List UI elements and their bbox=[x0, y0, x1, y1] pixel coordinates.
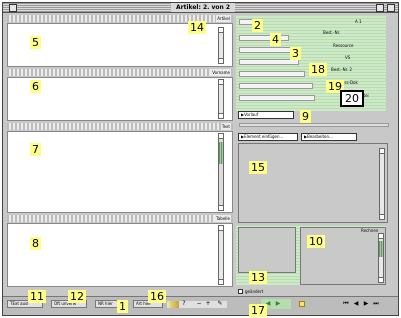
marker-3: 3 bbox=[290, 47, 301, 60]
marker-7: 7 bbox=[30, 143, 41, 156]
scroll-up-arrow-icon[interactable] bbox=[379, 234, 383, 239]
label-ressource: Ressource bbox=[333, 43, 354, 48]
text-scrollbar[interactable] bbox=[218, 133, 224, 211]
scroll-down-arrow-icon[interactable] bbox=[219, 113, 223, 118]
scroll-up-arrow-icon[interactable] bbox=[219, 134, 223, 139]
section-header-vorname: Vorname bbox=[7, 69, 233, 76]
label-best-nr-2: Best.-Nr. 2 bbox=[331, 67, 352, 72]
marker-4: 4 bbox=[270, 33, 281, 46]
scroll-up-arrow-icon[interactable] bbox=[219, 28, 223, 33]
close-box-icon[interactable] bbox=[9, 4, 17, 12]
scroll-down-arrow-icon[interactable] bbox=[379, 277, 383, 282]
scroll-up-arrow-icon[interactable] bbox=[219, 226, 223, 231]
artikel-scrollbar[interactable] bbox=[218, 27, 224, 64]
scroll-thumb[interactable] bbox=[379, 241, 383, 257]
element-list-scrollbar[interactable] bbox=[379, 148, 385, 220]
scroll-down-arrow-icon[interactable] bbox=[380, 214, 384, 219]
element-einfuegen-button[interactable]: ▶Element einfügen... bbox=[238, 133, 298, 141]
tabelle-text-field[interactable] bbox=[7, 223, 233, 287]
bearbeiten-button[interactable]: ▶Bearbeiten... bbox=[301, 133, 357, 141]
marker-13: 13 bbox=[249, 271, 267, 284]
marker-18: 18 bbox=[309, 63, 327, 76]
scroll-thumb[interactable] bbox=[219, 142, 223, 164]
lower-left-box[interactable] bbox=[238, 227, 296, 273]
info-field-datei[interactable] bbox=[239, 95, 315, 101]
rechnen-label: Rechnen bbox=[361, 228, 379, 233]
title-bar[interactable]: Artikel: 2. von 2 bbox=[3, 3, 398, 13]
marker-2: 2 bbox=[252, 19, 263, 32]
grid-icon[interactable] bbox=[169, 301, 179, 308]
geaendert-checkbox[interactable] bbox=[238, 289, 243, 294]
previous-record-icon[interactable]: ◀ bbox=[353, 301, 359, 307]
marker-6: 6 bbox=[30, 80, 41, 93]
marker-16: 16 bbox=[148, 290, 166, 303]
section-label: Tabelle bbox=[215, 215, 231, 222]
first-record-icon[interactable]: ⏮ bbox=[343, 301, 349, 307]
element-einfuegen-label: Element einfügen... bbox=[244, 134, 284, 139]
marker-1: 1 bbox=[117, 300, 128, 313]
marker-12: 12 bbox=[68, 290, 86, 303]
marker-8: 8 bbox=[30, 237, 41, 250]
info-field-press-dok[interactable] bbox=[239, 83, 313, 89]
next-record-icon[interactable]: ▶ bbox=[363, 301, 369, 307]
marker-11: 11 bbox=[28, 290, 46, 303]
tabelle-scrollbar[interactable] bbox=[218, 225, 224, 285]
marker-10: 10 bbox=[307, 235, 325, 248]
scroll-down-arrow-icon[interactable] bbox=[219, 205, 223, 210]
app-window: Artikel: 2. von 2 Artikel Vorname Text T… bbox=[2, 2, 399, 316]
minus-icon[interactable]: − bbox=[196, 301, 202, 307]
marker-17: 17 bbox=[249, 304, 267, 317]
vorname-scrollbar[interactable] bbox=[218, 79, 224, 119]
vorlauf-button-label: Vorlauf bbox=[244, 112, 259, 117]
plus-icon[interactable]: + bbox=[205, 301, 211, 307]
section-header-text: Text bbox=[7, 123, 233, 130]
footer-field-3[interactable]: NR hier bbox=[95, 300, 119, 308]
scroll-down-arrow-icon[interactable] bbox=[219, 279, 223, 284]
label-best-nr: Best.-Nr. bbox=[323, 30, 341, 35]
label-a: A 1 bbox=[355, 19, 362, 24]
pencil-icon[interactable]: ✎ bbox=[217, 301, 223, 307]
info-field-best-nr[interactable] bbox=[239, 35, 289, 41]
info-field-a[interactable] bbox=[239, 19, 253, 25]
section-label: Text bbox=[220, 123, 231, 130]
bearbeiten-button-label: Bearbeiten... bbox=[307, 134, 333, 139]
element-list-area[interactable] bbox=[238, 143, 388, 223]
geaendert-label: geändert bbox=[245, 289, 264, 294]
arrow-right-green-icon[interactable]: ▶ bbox=[275, 301, 281, 307]
marker-15: 15 bbox=[249, 161, 267, 174]
marker-5: 5 bbox=[30, 36, 41, 49]
window-title: Artikel: 2. von 2 bbox=[171, 3, 236, 12]
section-label: Artikel bbox=[216, 15, 231, 22]
scroll-up-arrow-icon[interactable] bbox=[219, 80, 223, 85]
scroll-up-arrow-icon[interactable] bbox=[380, 149, 384, 154]
scroll-down-arrow-icon[interactable] bbox=[219, 58, 223, 63]
label-vs: VS bbox=[345, 55, 351, 60]
yellow-square-icon[interactable] bbox=[299, 301, 305, 307]
rechnen-scrollbar[interactable] bbox=[378, 233, 384, 283]
info-field-best-nr-2[interactable] bbox=[239, 71, 305, 77]
marker-9: 9 bbox=[300, 110, 311, 123]
section-header-tabelle: Tabelle bbox=[7, 215, 233, 222]
marker-14: 14 bbox=[188, 21, 206, 34]
last-record-icon[interactable]: ⏭ bbox=[373, 301, 379, 307]
section-label: Vorname bbox=[211, 69, 231, 76]
marker-20: 20 bbox=[340, 90, 364, 107]
info-field-ressource[interactable] bbox=[239, 47, 295, 53]
divider-field bbox=[239, 123, 389, 127]
help-icon[interactable]: ? bbox=[181, 301, 187, 307]
collapse-box-icon[interactable] bbox=[387, 4, 395, 12]
vorlauf-button[interactable]: ▶Vorlauf bbox=[238, 111, 294, 119]
zoom-box-icon[interactable] bbox=[376, 4, 384, 12]
